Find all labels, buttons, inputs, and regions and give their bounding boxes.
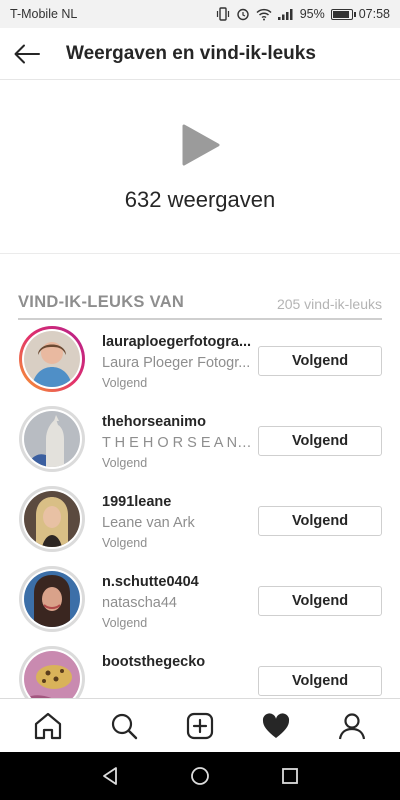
avatar-border[interactable] bbox=[19, 646, 85, 698]
battery-icon bbox=[330, 8, 356, 20]
nav-home[interactable] bbox=[26, 704, 70, 748]
likes-title: VIND-IK-LEUKS VAN bbox=[18, 293, 185, 311]
alarm-icon bbox=[236, 7, 250, 21]
avatar[interactable] bbox=[24, 491, 80, 547]
arrow-left-icon bbox=[14, 44, 40, 63]
username[interactable]: thehorseanimo bbox=[102, 414, 254, 430]
views-section: 632 weergaven bbox=[0, 80, 400, 254]
heart-icon bbox=[262, 712, 290, 738]
follow-status: Volgend bbox=[102, 376, 148, 390]
full-name: natascha44 bbox=[102, 595, 177, 611]
carrier-label: T-Mobile NL bbox=[10, 7, 78, 21]
recents-square-icon[interactable] bbox=[278, 764, 302, 788]
avatar[interactable] bbox=[24, 651, 80, 698]
username[interactable]: 1991leane bbox=[102, 494, 254, 510]
nav-add-post[interactable] bbox=[178, 704, 222, 748]
username[interactable]: bootsthegecko bbox=[102, 654, 254, 670]
signal-icon bbox=[277, 8, 294, 20]
follow-status: Volgend bbox=[102, 616, 148, 630]
search-icon bbox=[111, 713, 138, 739]
play-icon bbox=[180, 124, 220, 171]
clock: 07:58 bbox=[358, 7, 390, 21]
following-button[interactable]: Volgend bbox=[258, 346, 382, 376]
full-name: Laura Ploeger Fotogr... bbox=[102, 355, 251, 371]
username[interactable]: lauraploegerfotogra... bbox=[102, 334, 254, 350]
following-button[interactable]: Volgend bbox=[258, 426, 382, 456]
home-circle-icon[interactable] bbox=[188, 764, 212, 788]
nav-activity[interactable] bbox=[254, 704, 298, 748]
full-name: Leane van Ark bbox=[102, 515, 195, 531]
avatar-border[interactable] bbox=[19, 406, 85, 472]
list-item[interactable]: thehorseanimo T H E H O R S E A N I ... … bbox=[0, 400, 400, 480]
views-count: 632 weergaven bbox=[124, 187, 276, 212]
avatar[interactable] bbox=[24, 571, 80, 627]
status-icons: 95% 07:58 bbox=[216, 7, 390, 21]
following-button[interactable]: Volgend bbox=[258, 506, 382, 536]
vibrate-icon bbox=[216, 7, 230, 21]
following-button[interactable]: Volgend bbox=[258, 666, 382, 696]
profile-icon bbox=[338, 712, 366, 739]
follow-status: Volgend bbox=[102, 536, 148, 550]
app-header: Weergaven en vind-ik-leuks bbox=[0, 28, 400, 80]
status-bar: T-Mobile NL 95% 07:58 bbox=[0, 0, 400, 28]
list-item[interactable]: bootsthegecko Volgend bbox=[0, 640, 400, 698]
add-post-icon bbox=[186, 712, 214, 739]
following-button[interactable]: Volgend bbox=[258, 586, 382, 616]
avatar[interactable] bbox=[24, 411, 80, 467]
battery-percent: 95% bbox=[299, 7, 325, 21]
avatar-border[interactable] bbox=[19, 566, 85, 632]
avatar[interactable] bbox=[24, 331, 80, 387]
username[interactable]: n.schutte0404 bbox=[102, 574, 254, 590]
likes-list[interactable]: lauraploegerfotogra... Laura Ploeger Fot… bbox=[0, 320, 400, 698]
list-item[interactable]: n.schutte0404 natascha44 Volgend Volgend bbox=[0, 560, 400, 640]
nav-search[interactable] bbox=[102, 704, 146, 748]
full-name: T H E H O R S E A N I ... bbox=[102, 435, 254, 451]
list-item[interactable]: lauraploegerfotogra... Laura Ploeger Fot… bbox=[0, 320, 400, 400]
back-button[interactable] bbox=[0, 28, 54, 80]
likes-count: 205 vind-ik-leuks bbox=[276, 296, 382, 312]
avatar-border[interactable] bbox=[19, 486, 85, 552]
wifi-icon bbox=[256, 8, 272, 21]
nav-profile[interactable] bbox=[330, 704, 374, 748]
list-item[interactable]: 1991leane Leane van Ark Volgend Volgend bbox=[0, 480, 400, 560]
story-ring[interactable] bbox=[19, 326, 85, 392]
home-icon bbox=[34, 712, 62, 739]
page-title: Weergaven en vind-ik-leuks bbox=[66, 42, 316, 64]
bottom-navigation bbox=[0, 698, 400, 752]
back-triangle-icon[interactable] bbox=[98, 764, 122, 788]
follow-status: Volgend bbox=[102, 456, 148, 470]
likes-header: VIND-IK-LEUKS VAN 205 vind-ik-leuks bbox=[18, 290, 382, 320]
android-navigation-bar bbox=[0, 752, 400, 800]
